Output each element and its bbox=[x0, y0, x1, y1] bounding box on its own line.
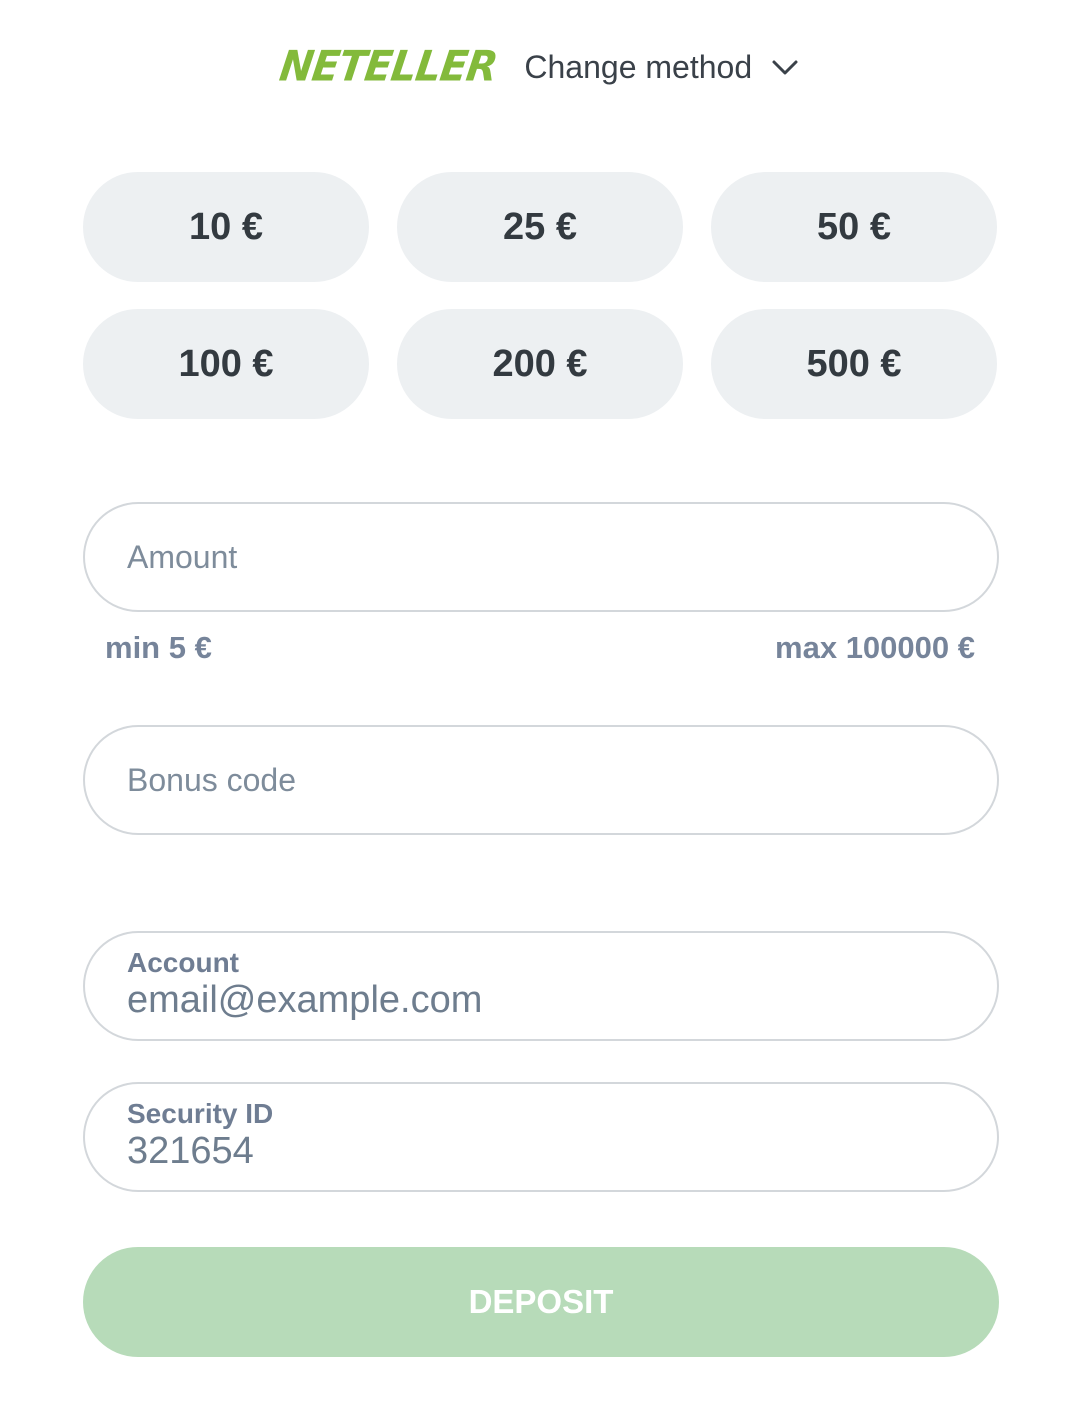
payment-method-header: NETELLER Change method bbox=[0, 42, 1080, 92]
security-id-field[interactable]: Security ID 321654 bbox=[83, 1082, 999, 1192]
preset-amount-button[interactable]: 200 € bbox=[397, 309, 683, 419]
deposit-button[interactable]: DEPOSIT bbox=[83, 1247, 999, 1357]
deposit-page: NETELLER Change method 10 € 25 € 50 € 10… bbox=[0, 0, 1080, 1419]
change-method-label: Change method bbox=[524, 49, 753, 85]
security-id-input[interactable]: 321654 bbox=[127, 1130, 254, 1173]
account-label: Account bbox=[127, 947, 239, 978]
min-amount-label: min 5 € bbox=[105, 630, 212, 665]
preset-amount-button[interactable]: 100 € bbox=[83, 309, 369, 419]
bonus-code-field bbox=[83, 725, 999, 835]
amount-limits: min 5 € max 100000 € bbox=[105, 628, 975, 668]
neteller-logo: NETELLER bbox=[276, 42, 500, 92]
account-field[interactable]: Account email@example.com bbox=[83, 931, 999, 1041]
preset-amount-button[interactable]: 50 € bbox=[711, 172, 997, 282]
security-id-label: Security ID bbox=[127, 1098, 274, 1129]
amount-input[interactable] bbox=[127, 504, 967, 610]
preset-amount-button[interactable]: 25 € bbox=[397, 172, 683, 282]
preset-amount-button[interactable]: 10 € bbox=[83, 172, 369, 282]
bonus-code-input[interactable] bbox=[127, 727, 967, 833]
max-amount-label: max 100000 € bbox=[775, 630, 975, 665]
chevron-down-icon bbox=[770, 52, 800, 82]
change-method-dropdown[interactable]: Change method bbox=[524, 44, 800, 90]
amount-field bbox=[83, 502, 999, 612]
preset-amount-button[interactable]: 500 € bbox=[711, 309, 997, 419]
account-input[interactable]: email@example.com bbox=[127, 979, 482, 1022]
